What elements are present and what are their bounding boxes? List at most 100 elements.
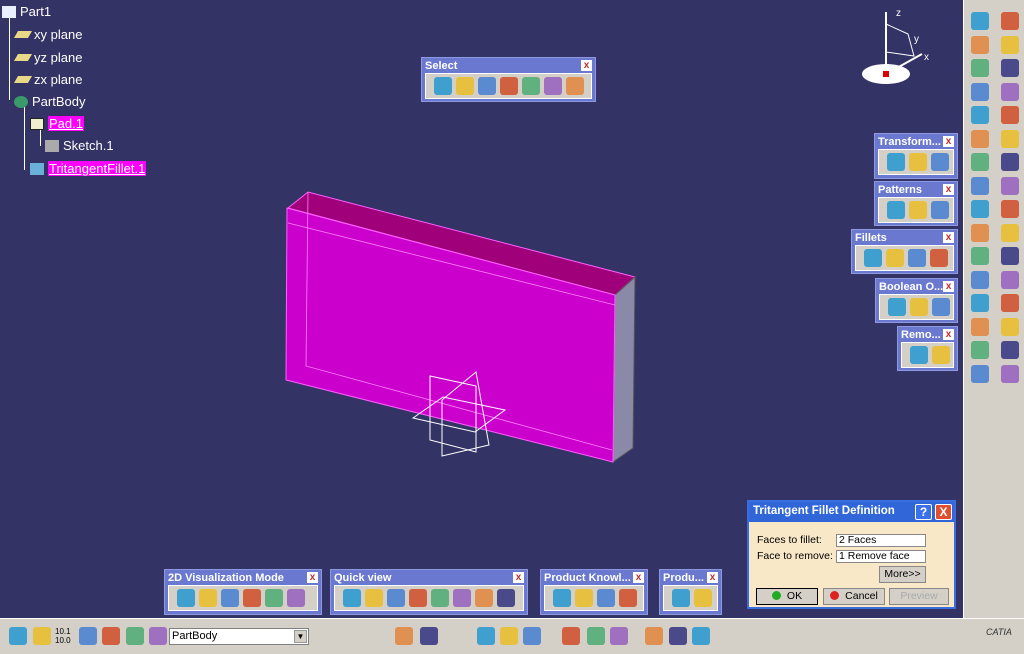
bottom-view-icon[interactable] [475, 589, 493, 607]
tree-node-tritangent-fillet[interactable]: TritangentFillet.1 [30, 161, 147, 176]
intersect-icon[interactable] [910, 298, 928, 316]
tools-icon[interactable] [692, 627, 710, 645]
toolbar-title-bar[interactable]: Fillets x [852, 230, 957, 245]
close-icon[interactable]: x [707, 572, 718, 583]
tree-node-part1[interactable]: Part1 [2, 4, 51, 19]
measure-icon[interactable] [971, 35, 989, 54]
axis-system-icon[interactable] [1001, 294, 1019, 312]
apply-material-icon[interactable] [395, 627, 413, 645]
update-all-icon[interactable] [523, 627, 541, 645]
tree-node-xy-plane[interactable]: xy plane [13, 27, 82, 42]
toolbar-title-bar[interactable]: Quick view x [331, 570, 527, 585]
thread-icon[interactable] [1001, 223, 1019, 242]
toolbar-title-bar[interactable]: Select x [422, 58, 595, 73]
report-icon[interactable] [619, 589, 637, 607]
select-icon[interactable] [1001, 12, 1019, 30]
thickness-icon[interactable] [971, 223, 989, 242]
hide-constraints-icon[interactable] [102, 627, 120, 645]
pad-icon[interactable] [971, 82, 989, 101]
user-pattern-icon[interactable] [931, 201, 949, 219]
close-surface-icon[interactable] [971, 270, 989, 289]
intersecting-box-icon[interactable] [478, 77, 496, 95]
rib-icon[interactable] [971, 153, 989, 171]
low-light-hide-icon[interactable] [265, 589, 283, 607]
compass[interactable]: z y x [856, 4, 946, 94]
pocket-icon[interactable] [971, 106, 989, 124]
outside-box-icon[interactable] [544, 77, 562, 95]
ok-button[interactable]: OK [756, 588, 818, 605]
no-3d-icon[interactable] [199, 589, 217, 607]
text-icon[interactable] [562, 627, 580, 645]
more-button[interactable]: More>> [879, 566, 926, 583]
save-rule-icon[interactable] [597, 589, 615, 607]
multi-section-icon[interactable] [1001, 176, 1019, 195]
back-view-icon[interactable] [387, 589, 405, 607]
select-arrow-icon[interactable] [434, 77, 452, 95]
body-icon[interactable] [149, 627, 167, 645]
close-icon[interactable]: x [943, 329, 954, 340]
groove-icon[interactable] [971, 129, 989, 148]
axis-icon[interactable] [971, 59, 989, 77]
close-icon[interactable]: x [633, 572, 644, 583]
plane-icon[interactable] [1001, 82, 1019, 101]
toolbar-title-bar[interactable]: Transform... x [875, 134, 957, 149]
help-button[interactable]: ? [915, 504, 932, 520]
flag-note-icon[interactable] [587, 627, 605, 645]
outside-intersect-icon[interactable] [566, 77, 584, 95]
toolbar-title-bar[interactable]: Boolean O... x [876, 279, 957, 294]
close-icon[interactable]: x [943, 281, 955, 292]
knowledge-icon[interactable] [477, 627, 495, 645]
sew-icon[interactable] [1001, 270, 1019, 289]
toolbar-title-bar[interactable]: Product Knowl... x [541, 570, 647, 585]
product-icon-2[interactable] [694, 589, 712, 607]
visualization-options-icon[interactable] [287, 589, 305, 607]
slot-icon[interactable] [1001, 153, 1019, 171]
faces-to-fillet-field[interactable]: 2 Faces [836, 534, 926, 547]
apply-material-icon[interactable] [971, 341, 989, 359]
assemble-icon[interactable] [888, 298, 906, 316]
close-icon[interactable]: x [943, 136, 954, 147]
front-view-icon[interactable] [365, 589, 383, 607]
hide-icon[interactable] [221, 589, 239, 607]
toolbar-title-bar[interactable]: Patterns x [875, 182, 957, 197]
knowledge-check-icon[interactable] [553, 589, 571, 607]
toolbar-title-bar[interactable]: Remo... x [898, 327, 957, 342]
draft-icon[interactable] [971, 200, 989, 218]
update-icon[interactable] [500, 627, 518, 645]
close-icon[interactable]: x [307, 572, 318, 583]
union-trim-icon[interactable] [932, 298, 950, 316]
symmetry-icon[interactable] [931, 153, 949, 171]
rotation-icon[interactable] [909, 153, 927, 171]
face-to-remove-field[interactable]: 1 Remove face [836, 550, 926, 563]
low-light-icon[interactable] [243, 589, 261, 607]
constraint-icon[interactable] [971, 317, 989, 336]
circular-pattern-icon[interactable] [909, 201, 927, 219]
tree-node-yz-plane[interactable]: yz plane [13, 50, 82, 65]
line-icon[interactable] [1001, 59, 1019, 77]
named-views-icon[interactable] [497, 589, 515, 607]
sketch-analysis-icon[interactable] [669, 627, 687, 645]
chamfer-icon[interactable] [930, 249, 948, 267]
copy-icon[interactable] [420, 627, 438, 645]
tools-icon[interactable] [971, 364, 989, 383]
chevron-down-icon[interactable]: ▼ [294, 630, 307, 643]
current-body-select[interactable]: PartBody ▼ [169, 628, 309, 645]
sketch-icon[interactable] [971, 294, 989, 312]
toolbar-title-bar[interactable]: 2D Visualization Mode x [165, 570, 321, 585]
axis-icon[interactable] [33, 627, 51, 645]
tree-node-pad1[interactable]: Pad.1 [30, 116, 84, 131]
catalog-icon[interactable] [971, 12, 989, 30]
right-view-icon[interactable] [431, 589, 449, 607]
scale-icon[interactable]: 10.1 10.0 [55, 627, 71, 645]
thick-surface-icon[interactable] [1001, 247, 1019, 265]
close-icon[interactable]: x [513, 572, 524, 583]
shell-icon[interactable] [1001, 200, 1019, 218]
translation-icon[interactable] [887, 153, 905, 171]
iso-view-icon[interactable] [343, 589, 361, 607]
rectangular-pattern-icon[interactable] [887, 201, 905, 219]
left-view-icon[interactable] [409, 589, 427, 607]
tritangent-fillet-icon[interactable] [908, 249, 926, 267]
analysis-icon[interactable] [1001, 317, 1019, 336]
close-button[interactable]: X [935, 504, 952, 520]
polygon-select-icon[interactable] [500, 77, 518, 95]
